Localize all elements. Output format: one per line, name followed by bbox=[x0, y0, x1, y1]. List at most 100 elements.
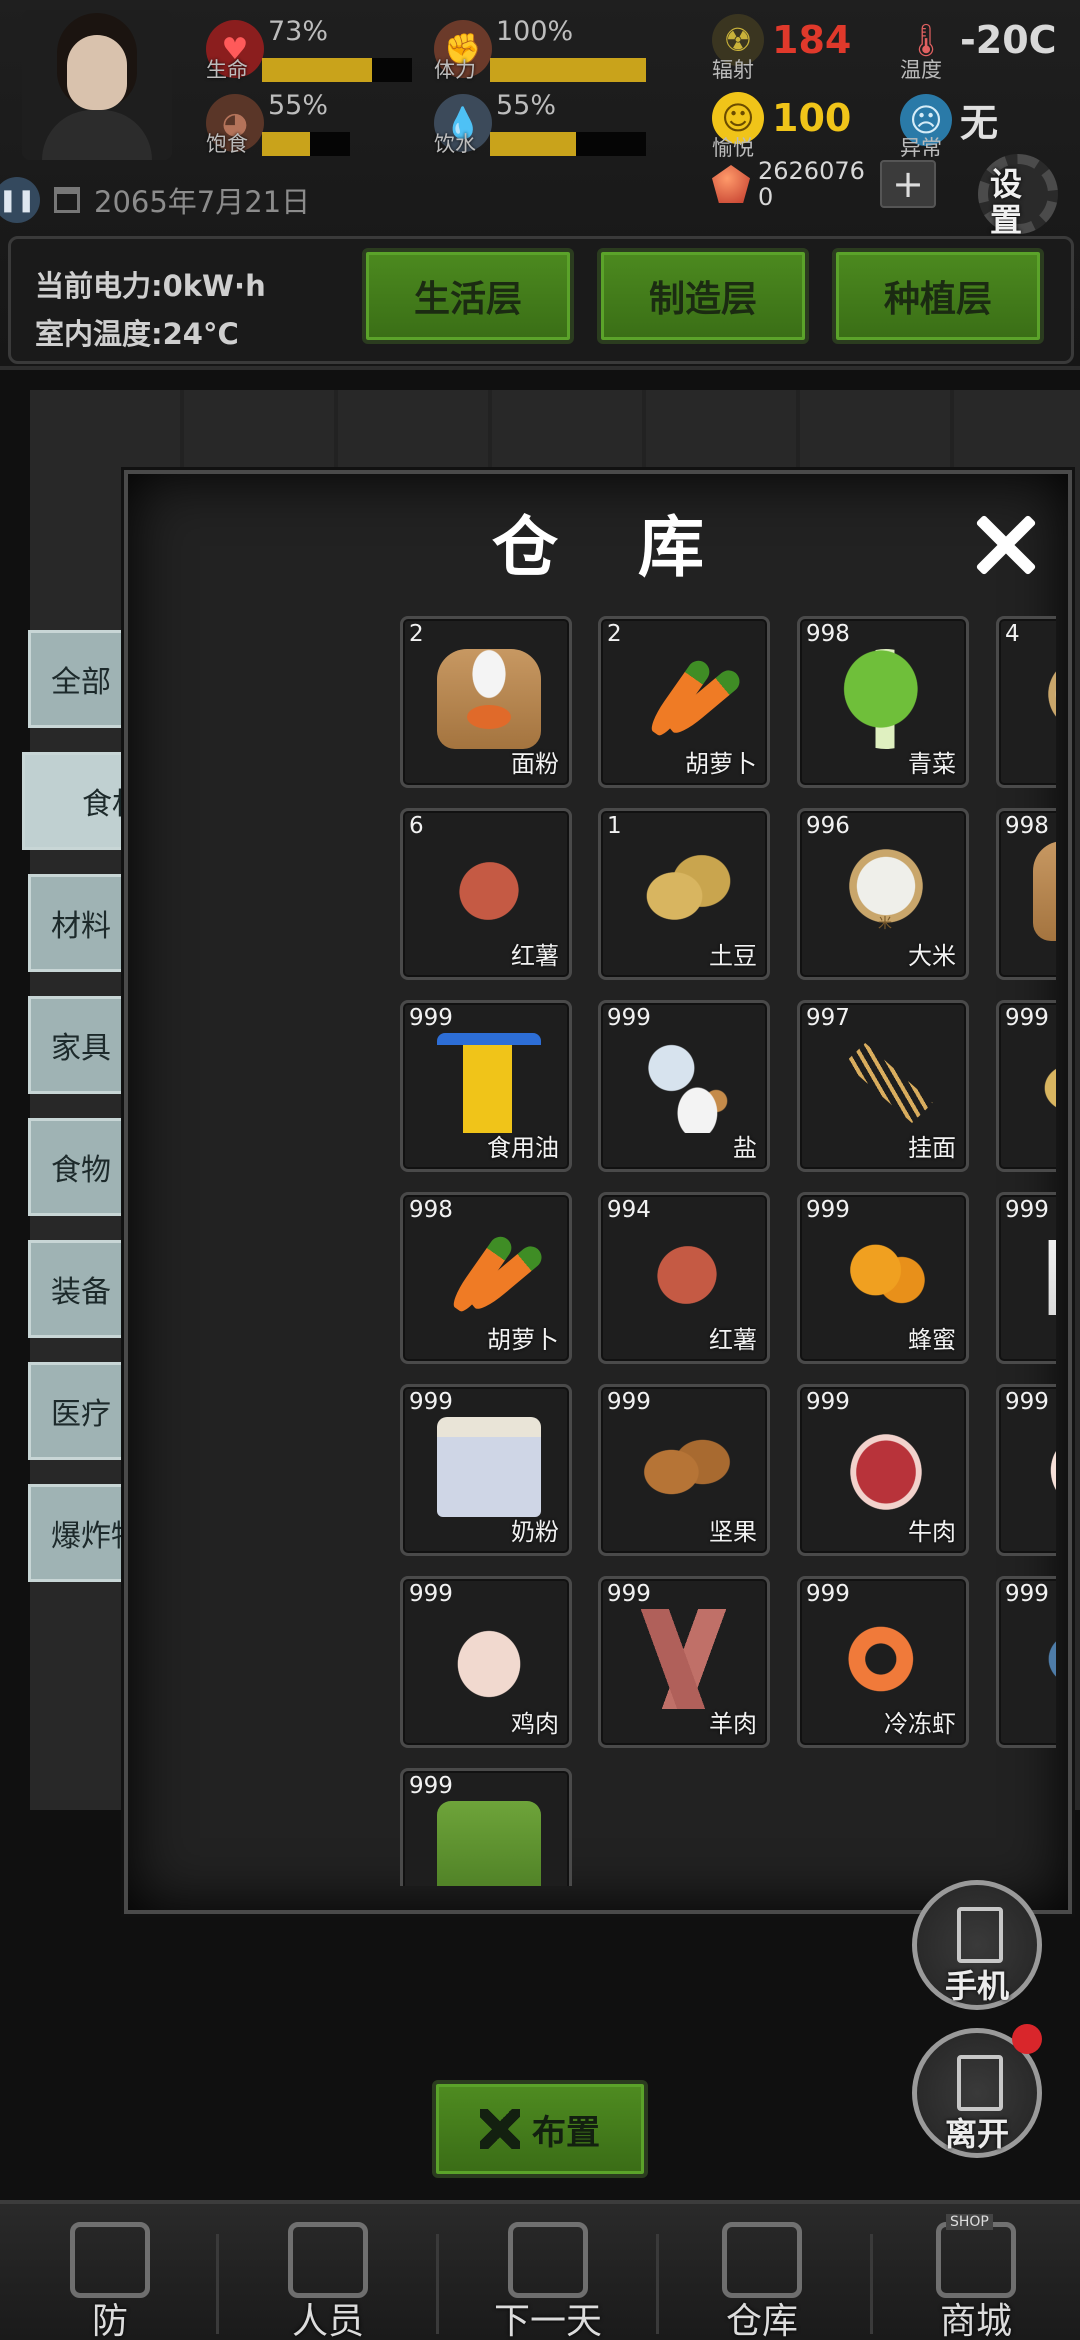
deploy-button[interactable]: 布置 bbox=[432, 2080, 648, 2178]
item-name: 盐 bbox=[733, 1134, 757, 1162]
sugar-icon bbox=[1048, 1240, 1056, 1315]
inventory-item[interactable]: 999猪肉 bbox=[996, 1384, 1056, 1556]
add-gems-button[interactable]: + bbox=[880, 160, 936, 208]
category-tab-all[interactable]: 全部 bbox=[28, 630, 124, 728]
nav-divider bbox=[870, 2234, 873, 2334]
milk-icon bbox=[437, 1417, 541, 1517]
inventory-item[interactable]: 1 土豆 bbox=[598, 808, 770, 980]
honey-icon bbox=[834, 1225, 938, 1325]
mood-indicator: ☺ 100 愉悦 bbox=[712, 92, 851, 160]
category-tab-furniture[interactable]: 家具 bbox=[28, 996, 124, 1094]
inventory-item[interactable]: 4大米 bbox=[996, 616, 1056, 788]
item-count: 999 bbox=[409, 1005, 453, 1031]
player-avatar[interactable] bbox=[22, 10, 172, 160]
close-button[interactable] bbox=[970, 510, 1040, 580]
category-tab-food[interactable]: 食物 bbox=[28, 1118, 124, 1216]
shrimp-icon bbox=[834, 1609, 938, 1709]
nav-warehouse[interactable]: 仓库 bbox=[662, 2214, 862, 2340]
inventory-item[interactable]: 2 胡萝卜 bbox=[598, 616, 770, 788]
people-icon bbox=[288, 2222, 368, 2298]
inventory-item[interactable]: 999 食用油 bbox=[400, 1000, 572, 1172]
warehouse-icon bbox=[722, 2222, 802, 2298]
crafting-layer-button[interactable]: 制造层 bbox=[597, 248, 809, 344]
inventory-item[interactable]: 999 羊肉 bbox=[598, 1576, 770, 1748]
temperature-label: 温度 bbox=[900, 58, 942, 82]
inventory-item[interactable]: 994 红薯 bbox=[598, 1192, 770, 1364]
lock-icon bbox=[70, 2222, 150, 2298]
inventory-item[interactable]: 2 面粉 bbox=[400, 616, 572, 788]
item-name: 胡萝卜 bbox=[487, 1326, 559, 1354]
phone-button[interactable]: 手机 bbox=[912, 1880, 1042, 2010]
potato-icon bbox=[635, 841, 739, 941]
item-name: 羊肉 bbox=[709, 1710, 757, 1738]
item-name: 面粉 bbox=[511, 750, 559, 778]
inventory-item[interactable]: 996 大米 bbox=[797, 808, 969, 980]
item-count: 999 bbox=[806, 1389, 850, 1415]
oil-icon bbox=[437, 1033, 541, 1133]
inventory-item[interactable]: 999 奶粉 bbox=[400, 1384, 572, 1556]
abnormal-indicator: ☹ 无 异常 bbox=[900, 92, 998, 160]
gem-counter: 26260760 bbox=[712, 158, 868, 210]
inventory-item[interactable]: 999 坚果 bbox=[598, 1384, 770, 1556]
pork-icon bbox=[1019, 1402, 1056, 1532]
item-name: 红薯 bbox=[511, 942, 559, 970]
item-count: 999 bbox=[1005, 1005, 1049, 1031]
inventory-item[interactable]: 997 挂面 bbox=[797, 1000, 969, 1172]
category-tab-medical[interactable]: 医疗 bbox=[28, 1362, 124, 1460]
deploy-label: 布置 bbox=[532, 2112, 600, 2153]
radiation-indicator: ☢ 184 辐射 bbox=[712, 14, 851, 82]
nav-personnel[interactable]: 人员 bbox=[228, 2214, 428, 2340]
item-name: 冷冻虾 bbox=[884, 1710, 956, 1738]
inventory-item[interactable]: 998面粉 bbox=[996, 808, 1056, 980]
nav-defense[interactable]: 防 bbox=[10, 2214, 210, 2340]
potato-icon bbox=[1033, 1033, 1056, 1133]
inventory-item[interactable]: 998 胡萝卜 bbox=[400, 1192, 572, 1364]
inventory-item[interactable]: 999冷冻鱼 bbox=[996, 1576, 1056, 1748]
inventory-item[interactable]: 999 冷冻虾 bbox=[797, 1576, 969, 1748]
gem-icon bbox=[712, 165, 750, 203]
inventory-item[interactable]: 6 红薯 bbox=[400, 808, 572, 980]
flour-icon bbox=[1033, 841, 1056, 941]
settings-button[interactable]: 设置 bbox=[970, 150, 1070, 240]
inventory-item[interactable]: 999 盐 bbox=[598, 1000, 770, 1172]
item-count: 2 bbox=[409, 621, 424, 647]
pause-button[interactable]: ❚❚ bbox=[0, 177, 40, 223]
living-layer-button[interactable]: 生活层 bbox=[362, 248, 574, 344]
item-grid: 2面粉2胡萝卜998青菜4大米6红薯1土豆996大米998面粉999食用油999… bbox=[276, 616, 1056, 1886]
inventory-item[interactable]: 999白糖 bbox=[996, 1192, 1056, 1364]
flour-icon bbox=[437, 649, 541, 749]
temperature-indicator: 🌡 -20C 温度 bbox=[900, 14, 1057, 82]
item-name: 蜂蜜 bbox=[908, 1326, 956, 1354]
nav-next-day-label: 下一天 bbox=[493, 2301, 602, 2340]
category-tab-equipment[interactable]: 装备 bbox=[28, 1240, 124, 1338]
item-name: 青菜 bbox=[908, 750, 956, 778]
item-count: 1 bbox=[607, 813, 622, 839]
life-percent: 73% bbox=[268, 16, 329, 47]
indoor-temperature: 室内温度:24°C bbox=[35, 317, 239, 351]
item-count: 999 bbox=[1005, 1197, 1049, 1223]
planting-layer-button[interactable]: 种植层 bbox=[832, 248, 1044, 344]
item-count: 996 bbox=[806, 813, 850, 839]
satiety-label: 饱食 bbox=[206, 132, 248, 156]
category-tab-materials[interactable]: 材料 bbox=[28, 874, 124, 972]
nav-shop[interactable]: SHOP 商城 bbox=[876, 2214, 1076, 2340]
inventory-item[interactable]: 999土豆 bbox=[996, 1000, 1056, 1172]
inventory-item[interactable]: 999 鸡肉 bbox=[400, 1576, 572, 1748]
carrot-icon bbox=[635, 649, 739, 749]
category-tab-explosives[interactable]: 爆炸物 bbox=[28, 1484, 124, 1582]
carrot-icon bbox=[437, 1225, 541, 1325]
item-count: 994 bbox=[607, 1197, 651, 1223]
inventory-item[interactable]: 999 蜂蜜 bbox=[797, 1192, 969, 1364]
item-name: 土豆 bbox=[709, 942, 757, 970]
stat-water: 💧 55% 饮水 bbox=[434, 88, 664, 158]
inventory-item[interactable]: 998 青菜 bbox=[797, 616, 969, 788]
item-count: 998 bbox=[409, 1197, 453, 1223]
item-count: 2 bbox=[607, 621, 622, 647]
inventory-item[interactable]: 999 牛肉 bbox=[797, 1384, 969, 1556]
item-count: 997 bbox=[806, 1005, 850, 1031]
item-count: 4 bbox=[1005, 621, 1020, 647]
inventory-item[interactable]: 999 bbox=[400, 1768, 572, 1886]
nav-next-day[interactable]: 下一天 bbox=[448, 2214, 648, 2340]
item-count: 999 bbox=[806, 1581, 850, 1607]
fish-icon bbox=[1033, 1619, 1056, 1699]
